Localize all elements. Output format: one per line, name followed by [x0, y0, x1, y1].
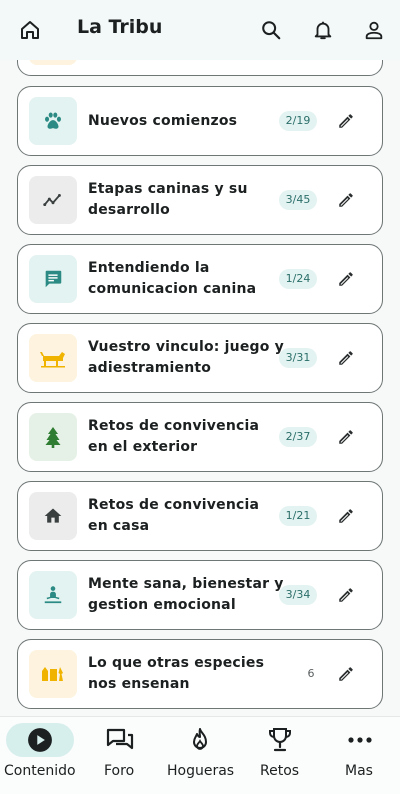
- progress-badge: 1/21: [279, 506, 317, 526]
- nav-label: Foro: [104, 763, 135, 779]
- more-icon: [326, 723, 394, 757]
- nav-label: Mas: [345, 763, 373, 779]
- bell-icon[interactable]: [311, 18, 335, 42]
- pencil-icon[interactable]: [337, 349, 355, 367]
- tree-icon: [29, 413, 77, 461]
- topic-card[interactable]: Lo que otras especies nos ensenan 6: [17, 639, 383, 709]
- dog-play-icon: [29, 334, 77, 382]
- profile-icon[interactable]: [362, 18, 386, 42]
- fire-icon: [166, 723, 234, 757]
- trophy-icon: [246, 723, 314, 757]
- progress-badge: 3/34: [279, 585, 317, 605]
- topic-title: Etapas caninas y su desarrollo: [88, 181, 248, 218]
- pencil-icon[interactable]: [337, 507, 355, 525]
- house-icon: [29, 492, 77, 540]
- topic-title: Retos de convivencia en casa: [88, 497, 260, 534]
- nav-label: Contenido: [4, 763, 76, 779]
- nav-item-retos[interactable]: Retos: [240, 717, 320, 794]
- topic-card[interactable]: Entendiendo la comunicacion canina 1/24: [17, 244, 383, 314]
- forum-icon: [86, 723, 154, 757]
- progress-badge: 3/45: [279, 190, 317, 210]
- home-icon[interactable]: [18, 18, 42, 42]
- page-title: La Tribu: [77, 16, 163, 38]
- nav-item-contenido[interactable]: Contenido: [0, 717, 80, 794]
- search-icon[interactable]: [259, 18, 283, 42]
- nav-item-foro[interactable]: Foro: [80, 717, 160, 794]
- nav-item-hogueras[interactable]: Hogueras: [160, 717, 240, 794]
- pencil-icon[interactable]: [337, 191, 355, 209]
- pencil-icon[interactable]: [337, 586, 355, 604]
- pencil-icon[interactable]: [337, 428, 355, 446]
- topic-title: Vuestro vinculo: juego y adiestramiento: [88, 339, 284, 376]
- topic-card[interactable]: Mente sana, bienestar y gestion emociona…: [17, 560, 383, 630]
- topic-title: Entendiendo la comunicacion canina: [88, 260, 257, 297]
- topic-title: Lo que otras especies nos ensenan: [88, 655, 265, 692]
- progress-badge: 2/37: [279, 427, 317, 447]
- pencil-icon[interactable]: [337, 665, 355, 683]
- species-icon: [29, 650, 77, 698]
- app-header: La Tribu: [0, 0, 400, 60]
- progress-count: 6: [307, 667, 315, 680]
- nav-item-mas[interactable]: Mas: [320, 717, 400, 794]
- topic-card[interactable]: Vuestro vinculo: juego y adiestramiento …: [17, 323, 383, 393]
- play-circle-icon: [6, 723, 74, 757]
- topic-card[interactable]: Etapas caninas y su desarrollo 3/45: [17, 165, 383, 235]
- topic-list[interactable]: Nuevos comienzos 2/19 Etapas caninas y s…: [0, 0, 400, 716]
- meditation-icon: [29, 571, 77, 619]
- topic-card[interactable]: Retos de convivencia en casa 1/21: [17, 481, 383, 551]
- pencil-icon[interactable]: [337, 112, 355, 130]
- topic-card[interactable]: Nuevos comienzos 2/19: [17, 86, 383, 156]
- progress-badge: 1/24: [279, 269, 317, 289]
- progress-badge: 2/19: [279, 111, 317, 131]
- nav-label: Retos: [260, 763, 300, 779]
- progress-badge: 3/31: [279, 348, 317, 368]
- paw-icon: [29, 97, 77, 145]
- pencil-icon[interactable]: [337, 270, 355, 288]
- topic-title: Retos de convivencia en el exterior: [88, 418, 260, 455]
- bottom-navigation: Contenido Foro Hogueras Retos Mas: [0, 716, 400, 794]
- chat-icon: [29, 255, 77, 303]
- nav-label: Hogueras: [167, 763, 235, 779]
- trend-icon: [29, 176, 77, 224]
- topic-title: Mente sana, bienestar y gestion emociona…: [88, 576, 284, 613]
- topic-title: Nuevos comienzos: [88, 112, 238, 129]
- topic-card[interactable]: Retos de convivencia en el exterior 2/37: [17, 402, 383, 472]
